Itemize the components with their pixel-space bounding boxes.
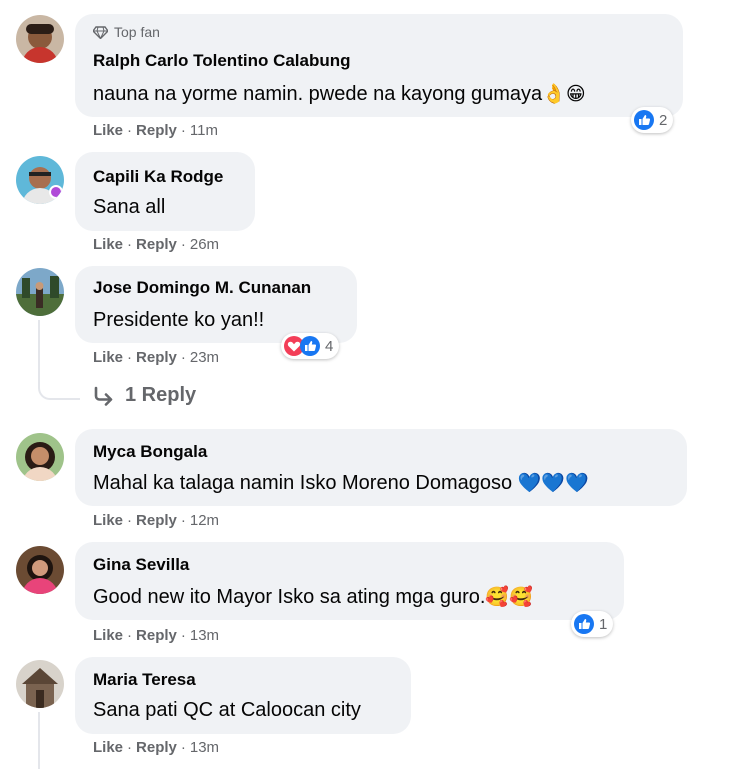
comment-text: Good new ito Mayor Isko sa ating mga gur… (93, 585, 533, 609)
avatar[interactable] (16, 433, 64, 481)
comment-body: Good new ito Mayor Isko sa ating mga gur… (93, 586, 486, 608)
view-replies-button[interactable]: 1 Reply (93, 384, 196, 407)
reply-link[interactable]: Reply (136, 349, 177, 366)
timestamp[interactable]: 23m (190, 349, 219, 366)
reply-link[interactable]: Reply (136, 236, 177, 253)
thread-line (38, 712, 40, 769)
comment-author[interactable]: Myca Bongala (93, 442, 207, 462)
like-reaction-icon (300, 336, 320, 356)
reply-link[interactable]: Reply (136, 627, 177, 644)
comment-author[interactable]: Jose Domingo M. Cunanan (93, 278, 311, 298)
like-link[interactable]: Like (93, 627, 123, 644)
like-link[interactable]: Like (93, 349, 123, 366)
timestamp[interactable]: 11m (190, 122, 218, 139)
comment-bubble: Myca Bongala Mahal ka talaga namin Isko … (75, 429, 687, 506)
comment-bubble: Gina Sevilla Good new ito Mayor Isko sa … (75, 542, 624, 620)
timestamp[interactable]: 26m (190, 236, 219, 253)
reply-arrow-icon (94, 386, 113, 406)
comment-author[interactable]: Maria Teresa (93, 670, 196, 690)
reply-link[interactable]: Reply (136, 512, 177, 529)
like-link[interactable]: Like (93, 122, 123, 139)
comment-emoji: 💙💙💙 (517, 472, 589, 494)
view-replies-label: 1 Reply (125, 384, 197, 406)
comment-bubble: Jose Domingo M. Cunanan Presidente ko ya… (75, 266, 357, 343)
like-reaction-icon (634, 110, 654, 130)
reply-link[interactable]: Reply (136, 739, 177, 756)
timestamp[interactable]: 12m (190, 512, 219, 529)
comment-bubble: Top fan Ralph Carlo Tolentino Calabung n… (75, 14, 683, 117)
comment-actions: Like · Reply · 26m (93, 236, 220, 253)
reaction-count: 4 (325, 337, 334, 355)
comment-bubble: Maria Teresa Sana pati QC at Caloocan ci… (75, 657, 411, 734)
top-fan-badge: Top fan (93, 24, 160, 40)
reply-link[interactable]: Reply (136, 122, 177, 139)
reaction-count: 1 (599, 615, 608, 633)
reaction-summary[interactable]: 4 (281, 333, 340, 359)
comment-text: Sana all (93, 196, 166, 218)
comment-actions: Like · Reply · 13m (93, 739, 220, 756)
reaction-summary[interactable]: 2 (631, 107, 674, 133)
comment-bubble: Capili Ka Rodge Sana all (75, 152, 255, 231)
comment-emoji: 👌😁 (542, 83, 586, 105)
avatar[interactable] (16, 15, 64, 63)
comment-actions: Like · Reply · 23m (93, 349, 220, 366)
timestamp[interactable]: 13m (190, 627, 219, 644)
comment-body: nauna na yorme namin. pwede na kayong gu… (93, 83, 543, 105)
comment-author[interactable]: Ralph Carlo Tolentino Calabung (93, 51, 351, 71)
diamond-icon (93, 25, 108, 39)
comment-text: Sana pati QC at Caloocan city (93, 699, 361, 721)
thread-line (38, 320, 40, 382)
comment-body: Mahal ka talaga namin Isko Moreno Domago… (93, 472, 513, 494)
timestamp[interactable]: 13m (190, 739, 219, 756)
like-link[interactable]: Like (93, 236, 123, 253)
comment-author[interactable]: Gina Sevilla (93, 555, 189, 575)
reaction-count: 2 (659, 111, 668, 129)
comment-actions: Like · Reply · 13m (93, 627, 220, 644)
avatar[interactable] (16, 156, 64, 204)
comment-author[interactable]: Capili Ka Rodge (93, 167, 223, 187)
avatar[interactable] (16, 268, 64, 316)
comment-actions: Like · Reply · 12m (93, 512, 220, 529)
avatar[interactable] (16, 546, 64, 594)
avatar[interactable] (16, 660, 64, 708)
comment-text: nauna na yorme namin. pwede na kayong gu… (93, 82, 586, 106)
comment-text: Mahal ka talaga namin Isko Moreno Domago… (93, 471, 589, 495)
like-reaction-icon (574, 614, 594, 634)
like-link[interactable]: Like (93, 512, 123, 529)
comment-actions: Like · Reply · 11m (93, 122, 218, 139)
reaction-summary[interactable]: 1 (571, 611, 614, 637)
thread-connector (38, 380, 80, 400)
like-link[interactable]: Like (93, 739, 123, 756)
badge-label: Top fan (114, 24, 160, 40)
comment-emoji: 🥰🥰 (485, 586, 533, 608)
comment-text: Presidente ko yan!! (93, 309, 265, 331)
